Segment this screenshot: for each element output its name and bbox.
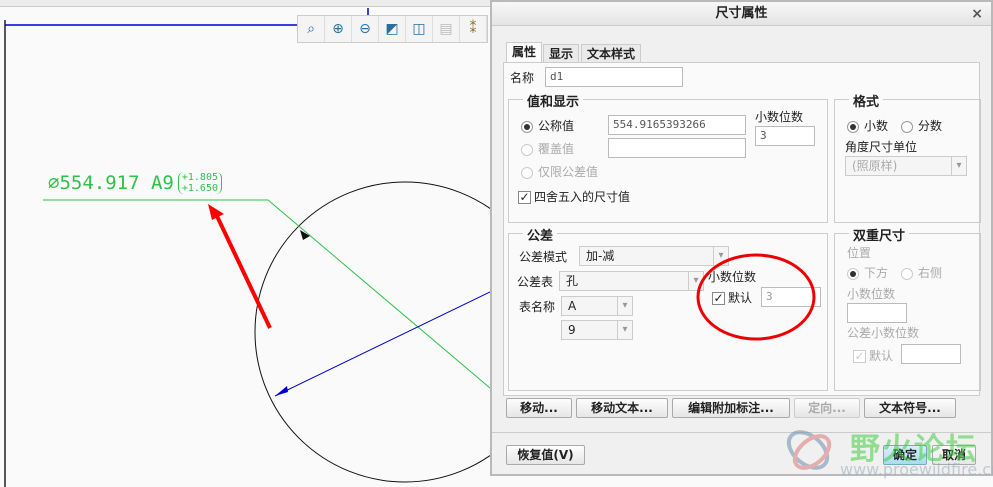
dual-default-label: 默认 <box>869 349 894 363</box>
angle-unit-label: 角度尺寸单位 <box>845 140 918 154</box>
dialog-title-bar[interactable]: 尺寸属性 × <box>492 2 991 26</box>
zoom-out-icon[interactable]: ⊖ <box>352 16 379 42</box>
fraction-radio[interactable]: 分数 <box>901 117 942 134</box>
name-label: 名称 <box>510 71 535 85</box>
below-radio[interactable]: 下方 <box>847 264 888 281</box>
view-toolbar: ⌕ ⊕ ⊖ ◩ ◫ ▤ ⁑ <box>297 15 488 43</box>
table-name-select[interactable]: A <box>561 296 633 316</box>
move-button[interactable]: 移动... <box>506 398 572 418</box>
right-radio[interactable]: 右侧 <box>901 264 942 281</box>
tolerance-only-label: 仅限公差值 <box>538 165 599 179</box>
decimal-radio[interactable]: 小数 <box>847 117 888 134</box>
angle-unit-select[interactable]: (照原样) <box>845 156 967 176</box>
group-title: 格式 <box>849 91 884 110</box>
red-annotation-ellipse <box>696 253 816 341</box>
tolerance-table-label: 公差表 <box>517 275 554 289</box>
table-name-label: 表名称 <box>519 300 556 314</box>
datum-display-icon[interactable]: ⁑ <box>460 16 487 42</box>
blue-arrowhead <box>275 386 288 396</box>
dual-dimension-group: 双重尺寸 位置 下方 右侧 小数位数 公差小数位数 ✓ 默认 <box>834 225 981 391</box>
decimal-label: 小数 <box>864 119 889 133</box>
watermark-url: www.proewildfire.cn <box>840 460 993 479</box>
tab-properties[interactable]: 属性 <box>506 42 543 64</box>
zoom-in-icon[interactable]: ⊕ <box>325 16 352 42</box>
red-arrowhead <box>208 204 224 220</box>
diameter-symbol: ∅ <box>48 172 60 194</box>
lower-tolerance: +1.650 <box>181 183 218 194</box>
watermark: 野火论坛 www.proewildfire.cn <box>780 420 993 480</box>
move-text-button[interactable]: 移动文本... <box>576 398 668 418</box>
tab-display[interactable]: 显示 <box>543 44 580 63</box>
nominal-value-input[interactable]: 554.9165393266 <box>608 115 746 135</box>
name-input[interactable]: d1 <box>545 67 683 87</box>
below-label: 下方 <box>864 266 889 280</box>
tolerance-only-radio[interactable]: 仅限公差值 <box>521 163 598 180</box>
red-arrow-line <box>214 213 272 329</box>
dimension-properties-dialog: 尺寸属性 × 属性 显示 文本样式 名称 d1 值和显示 公称值 554.916… <box>490 0 993 476</box>
dual-decimals-input[interactable] <box>847 303 907 323</box>
dual-decimals-label: 小数位数 <box>847 287 896 301</box>
orient-button[interactable]: 定向... <box>794 398 860 418</box>
dimension-text[interactable]: ∅ 554.917 A9 +1.805 +1.650 <box>48 172 222 194</box>
value-display-group: 值和显示 公称值 554.9165393266 覆盖值 仅限公差值 小数位数 3… <box>508 91 828 223</box>
repaint-icon[interactable]: ◩ <box>379 16 406 42</box>
dimension-leader <box>43 199 490 389</box>
format-group: 格式 小数 分数 角度尺寸单位 (照原样) <box>834 91 981 223</box>
saved-views-icon[interactable]: ▤ <box>433 16 460 42</box>
decimals-label: 小数位数 <box>755 110 804 124</box>
display-style-icon[interactable]: ◫ <box>406 16 433 42</box>
override-radio[interactable]: 覆盖值 <box>521 140 574 157</box>
tab-text-style[interactable]: 文本样式 <box>581 44 642 63</box>
text-symbol-button[interactable]: 文本符号... <box>864 398 956 418</box>
refit-icon[interactable]: ⌕ <box>298 16 325 42</box>
tolerance-stack: +1.805 +1.650 <box>177 172 222 194</box>
dual-tol-decimals-label: 公差小数位数 <box>847 326 920 340</box>
tolerance-class: A9 <box>150 172 174 194</box>
close-icon[interactable]: × <box>971 2 983 26</box>
drawing-canvas[interactable] <box>0 7 490 487</box>
tolerance-table-select[interactable]: 孔 <box>559 271 704 291</box>
group-title: 公差 <box>523 225 558 244</box>
circle-geometry <box>254 181 490 483</box>
edit-note-button[interactable]: 编辑附加标注... <box>672 398 790 418</box>
grade-select[interactable]: 9 <box>561 320 633 340</box>
decimals-input[interactable]: 3 <box>755 126 815 146</box>
dual-default-checkbox[interactable]: ✓ 默认 <box>853 347 893 364</box>
round-label: 四舍五入的尺寸值 <box>534 190 631 204</box>
dual-tol-decimals-input[interactable] <box>901 344 961 364</box>
restore-button[interactable]: 恢复值(V) <box>506 445 585 465</box>
watermark-logo-icon <box>786 430 832 470</box>
override-label: 覆盖值 <box>538 142 575 156</box>
dialog-title: 尺寸属性 <box>715 6 768 21</box>
dimension-value: 554.917 <box>59 172 140 194</box>
group-title: 值和显示 <box>523 91 584 110</box>
position-label: 位置 <box>847 246 872 260</box>
blue-leader <box>274 291 490 397</box>
nominal-label: 公称值 <box>538 119 575 133</box>
nominal-radio[interactable]: 公称值 <box>521 117 574 134</box>
upper-tolerance: +1.805 <box>181 172 218 183</box>
tolerance-mode-label: 公差模式 <box>519 250 568 264</box>
group-title: 双重尺寸 <box>849 225 910 244</box>
properties-panel: 名称 d1 值和显示 公称值 554.9165393266 覆盖值 仅限公差值 … <box>503 62 981 396</box>
fraction-label: 分数 <box>918 119 943 133</box>
round-checkbox[interactable]: ✓ 四舍五入的尺寸值 <box>518 188 630 205</box>
right-label: 右侧 <box>918 266 943 280</box>
override-value-input[interactable] <box>608 138 746 158</box>
